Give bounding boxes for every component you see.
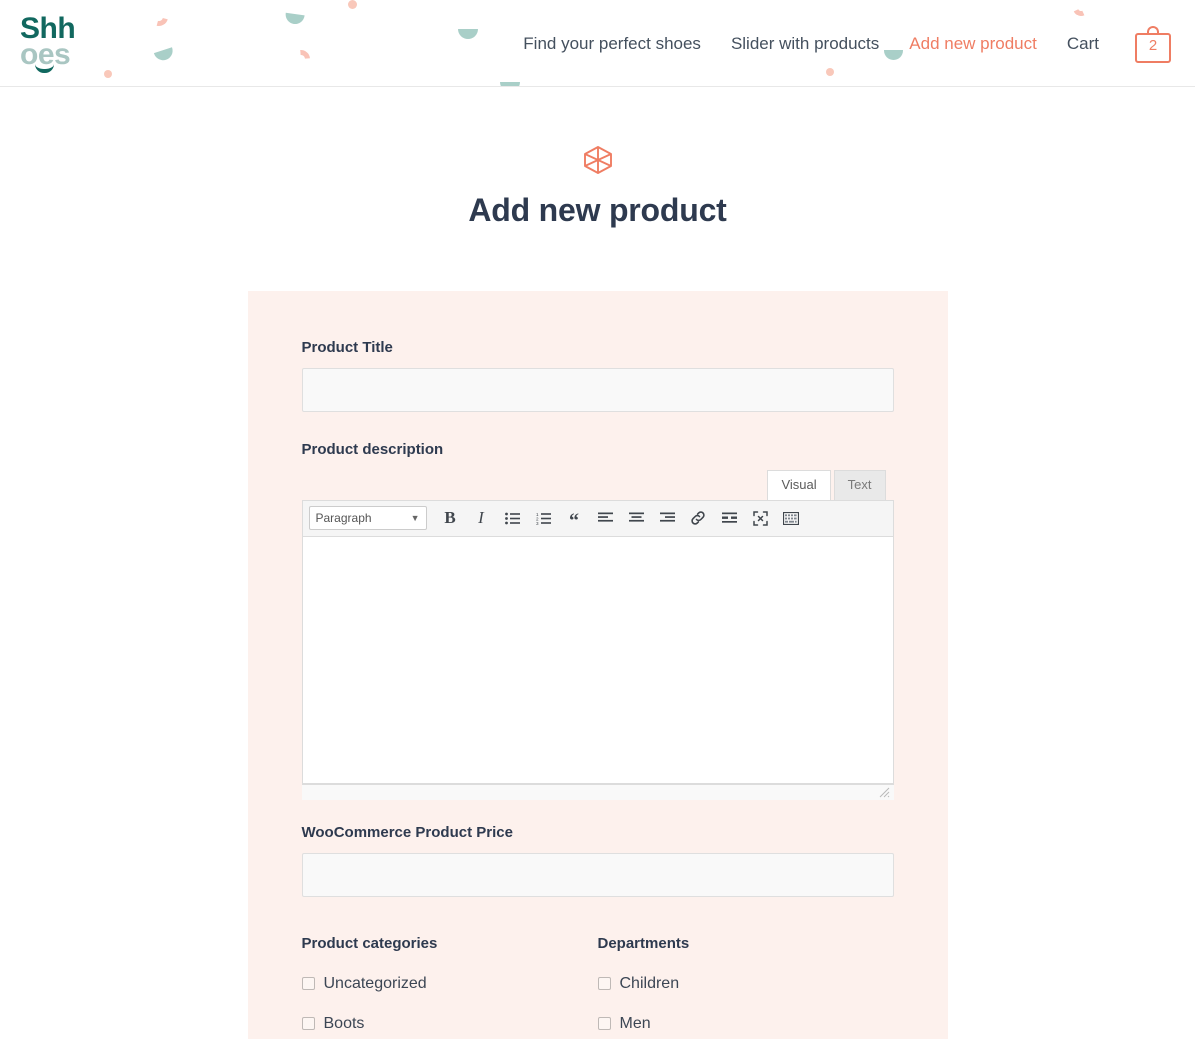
resize-handle-icon[interactable]: [878, 786, 890, 798]
checkbox-row-boots[interactable]: Boots: [301, 1014, 598, 1033]
toolbar-toggle-icon[interactable]: [776, 504, 807, 532]
confetti-dot-pink-2: [104, 70, 112, 78]
description-editor: Visual Text Paragraph ▼ B I 1 2 3 “: [301, 470, 894, 800]
confetti-half-teal-1: [153, 47, 176, 63]
add-product-form: Product Title Product description Visual…: [247, 291, 948, 1039]
bold-icon[interactable]: B: [435, 504, 466, 532]
product-price-label: WooCommerce Product Price: [301, 823, 513, 841]
hexagon-box-icon: [583, 146, 612, 174]
checkbox-label-children: Children: [619, 974, 680, 992]
cart-button[interactable]: 2: [1135, 25, 1171, 63]
departments-column: Departments Children Men: [597, 934, 894, 1039]
checkbox-children[interactable]: [597, 976, 611, 990]
align-center-icon[interactable]: [621, 504, 652, 532]
confetti-half-teal-3: [458, 29, 478, 39]
blockquote-icon[interactable]: “: [559, 504, 590, 532]
tab-text[interactable]: Text: [833, 470, 886, 500]
product-price-input[interactable]: [301, 852, 894, 897]
checkbox-label-boots: Boots: [323, 1014, 365, 1032]
product-categories-column: Product categories Uncategorized Boots: [301, 934, 598, 1039]
checkbox-uncategorized[interactable]: [301, 976, 315, 990]
nav-link-find-your-perfect-shoes[interactable]: Find your perfect shoes: [523, 34, 701, 54]
checkbox-row-uncategorized[interactable]: Uncategorized: [301, 974, 598, 993]
confetti-dot-pink-1: [348, 0, 357, 9]
product-title-input[interactable]: [301, 368, 894, 412]
format-select-value: Paragraph: [315, 511, 372, 526]
editor-mode-tabs: Visual Text: [302, 470, 894, 500]
fullscreen-icon[interactable]: [745, 504, 776, 532]
editor-toolbar: Paragraph ▼ B I 1 2 3 “: [302, 500, 893, 537]
confetti-arc-pink-2: [288, 46, 314, 72]
smile-underline-icon: [35, 64, 54, 73]
site-logo[interactable]: Shh oes: [20, 14, 90, 76]
checkbox-boots[interactable]: [301, 1016, 315, 1030]
editor-status-bar: [301, 783, 894, 800]
page-header: Add new product: [0, 87, 1195, 229]
checkbox-label-uncategorized: Uncategorized: [323, 974, 427, 992]
tab-visual[interactable]: Visual: [767, 470, 831, 500]
confetti-arc-pink-1: [146, 4, 172, 30]
svg-text:3: 3: [536, 521, 539, 525]
checkbox-men[interactable]: [597, 1016, 611, 1030]
logo-line-2: oes: [20, 38, 71, 71]
page-title: Add new product: [468, 192, 727, 228]
site-header: Shh oes Find your perfect shoes Slider w…: [0, 0, 1195, 87]
read-more-icon[interactable]: [714, 504, 745, 532]
format-select[interactable]: Paragraph ▼: [308, 506, 427, 531]
nav-link-cart[interactable]: Cart: [1067, 34, 1099, 54]
align-right-icon[interactable]: [652, 504, 683, 532]
chevron-down-icon: ▼: [410, 513, 420, 524]
italic-icon[interactable]: I: [466, 504, 497, 532]
confetti-half-teal-4: [500, 82, 520, 86]
numbered-list-icon[interactable]: 1 2 3: [528, 504, 559, 532]
checkbox-row-children[interactable]: Children: [597, 974, 894, 993]
checkbox-label-men: Men: [619, 1014, 651, 1032]
taxonomy-columns: Product categories Uncategorized Boots D…: [301, 934, 894, 1039]
insert-link-icon[interactable]: [683, 504, 714, 532]
editor-box: Paragraph ▼ B I 1 2 3 “: [301, 499, 894, 784]
checkbox-row-men[interactable]: Men: [597, 1014, 894, 1033]
departments-heading: Departments: [597, 934, 690, 952]
confetti-half-teal-2: [284, 12, 305, 26]
bulleted-list-icon[interactable]: [497, 504, 528, 532]
product-title-label: Product Title: [301, 339, 393, 356]
main-navigation: Find your perfect shoes Slider with prod…: [523, 0, 1171, 86]
align-left-icon[interactable]: [590, 504, 621, 532]
nav-link-slider-with-products[interactable]: Slider with products: [731, 34, 879, 54]
nav-link-add-new-product[interactable]: Add new product: [909, 34, 1037, 54]
editor-content-area[interactable]: [302, 536, 893, 783]
cart-item-count: 2: [1148, 36, 1158, 54]
product-categories-heading: Product categories: [301, 934, 438, 952]
product-description-label: Product description: [301, 441, 444, 458]
